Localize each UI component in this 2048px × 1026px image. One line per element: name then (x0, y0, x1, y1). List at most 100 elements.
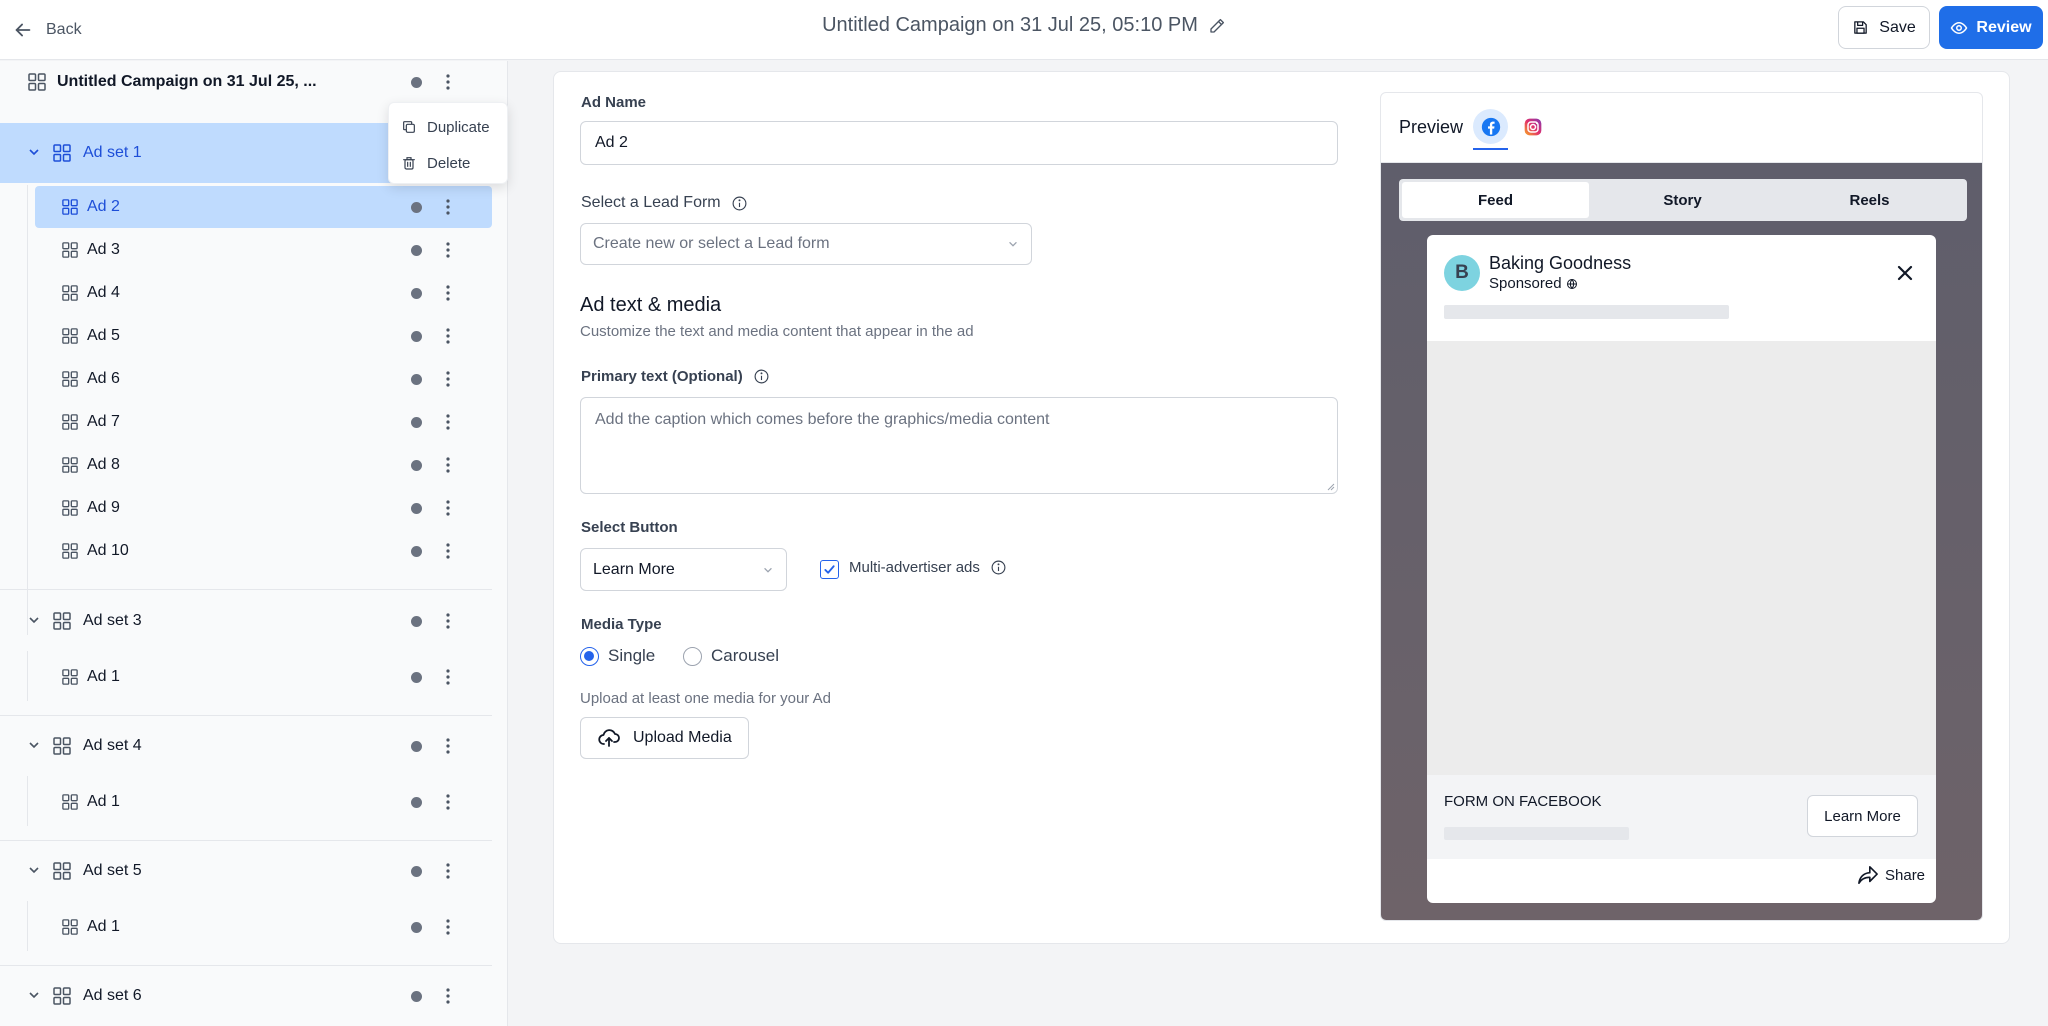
carousel-radio[interactable] (683, 647, 702, 666)
more-options-icon[interactable] (436, 70, 460, 94)
adset-row[interactable]: Ad set 6 (0, 966, 500, 1026)
more-options-icon[interactable] (436, 539, 460, 563)
chevron-down-icon[interactable] (27, 863, 41, 877)
save-button[interactable]: Save (1838, 6, 1930, 49)
primary-text-placeholder: Add the caption which comes before the g… (595, 411, 1050, 428)
top-bar: Back Untitled Campaign on 31 Jul 25, 05:… (0, 0, 2048, 60)
ad-row[interactable]: Ad 8 (35, 444, 492, 486)
lead-form-select[interactable]: Create new or select a Lead form (580, 223, 1032, 265)
adset-label: Ad set 3 (83, 612, 142, 629)
more-options-icon[interactable] (436, 195, 460, 219)
grid-icon (28, 73, 46, 91)
ad-row[interactable]: Ad 4 (35, 272, 492, 314)
chevron-down-icon[interactable] (27, 988, 41, 1002)
ad-label: Ad 3 (87, 241, 120, 258)
tree-line (27, 776, 28, 826)
grid-icon (53, 987, 71, 1005)
more-options-icon[interactable] (436, 984, 460, 1008)
ad-row[interactable]: Ad 1 (35, 656, 492, 698)
duplicate-menu-item[interactable]: Duplicate (401, 114, 490, 140)
ad-row[interactable]: Ad 9 (35, 487, 492, 529)
more-options-icon[interactable] (436, 453, 460, 477)
cloud-upload-icon (597, 726, 621, 750)
multi-advertiser-checkbox[interactable] (820, 560, 839, 579)
ad-name-value: Ad 2 (595, 134, 628, 151)
more-options-icon[interactable] (436, 665, 460, 689)
ad-row[interactable]: Ad 2 (35, 186, 492, 228)
cta-button-select[interactable]: Learn More (580, 548, 787, 591)
review-button[interactable]: Review (1939, 6, 2043, 49)
more-options-icon[interactable] (436, 410, 460, 434)
media-placeholder (1427, 341, 1936, 775)
ad-row[interactable]: Ad 5 (35, 315, 492, 357)
pencil-icon[interactable] (1208, 17, 1226, 35)
adset-row[interactable]: Ad set 4 (0, 716, 500, 776)
status-dot (411, 202, 422, 213)
facebook-tab[interactable] (1473, 109, 1508, 144)
ad-row[interactable]: Ad 1 (35, 906, 492, 948)
ad-label: Ad 6 (87, 370, 120, 387)
info-icon[interactable] (990, 559, 1007, 576)
adset-row[interactable]: Ad set 5 (0, 841, 500, 901)
campaign-row[interactable]: Untitled Campaign on 31 Jul 25, ... (0, 61, 507, 103)
more-options-icon[interactable] (436, 734, 460, 758)
campaign-tree-sidebar: Untitled Campaign on 31 Jul 25, ... Ad s… (0, 61, 508, 1026)
more-options-icon[interactable] (436, 324, 460, 348)
ad-row[interactable]: Ad 3 (35, 229, 492, 271)
chevron-down-icon[interactable] (27, 738, 41, 752)
save-label: Save (1879, 18, 1916, 36)
adset-row[interactable]: Ad set 3 (0, 591, 500, 651)
more-options-icon[interactable] (436, 609, 460, 633)
single-radio-label: Single (608, 646, 656, 665)
info-icon[interactable] (731, 195, 748, 212)
more-options-icon[interactable] (436, 790, 460, 814)
more-options-icon[interactable] (436, 859, 460, 883)
share-button[interactable]: Share (1857, 865, 1925, 885)
grid-icon (53, 144, 71, 162)
ad-row[interactable]: Ad 7 (35, 401, 492, 443)
ad-label: Ad 1 (87, 918, 120, 935)
primary-text-textarea[interactable]: Add the caption which comes before the g… (580, 397, 1338, 494)
more-options-icon[interactable] (436, 238, 460, 262)
tab-reels[interactable]: Reels (1776, 182, 1963, 218)
ad-name-label: Ad Name (581, 94, 646, 111)
more-options-icon[interactable] (436, 281, 460, 305)
status-dot (411, 797, 422, 808)
more-options-icon[interactable] (436, 915, 460, 939)
copy-icon (401, 119, 417, 135)
chevron-down-icon[interactable] (27, 145, 41, 159)
tab-story[interactable]: Story (1589, 182, 1776, 218)
ad-label: Ad 10 (87, 542, 129, 559)
more-options-icon[interactable] (436, 496, 460, 520)
grid-icon (53, 862, 71, 880)
chevron-down-icon (1007, 238, 1019, 250)
ad-row[interactable]: Ad 1 (35, 781, 492, 823)
instagram-tab[interactable] (1523, 117, 1543, 137)
adset-label: Ad set 4 (83, 737, 142, 754)
save-icon (1852, 19, 1869, 36)
ad-row[interactable]: Ad 6 (35, 358, 492, 400)
ad-name-input[interactable]: Ad 2 (580, 121, 1338, 165)
ad-row[interactable]: Ad 10 (35, 530, 492, 572)
delete-menu-item[interactable]: Delete (401, 150, 470, 176)
chevron-down-icon[interactable] (27, 613, 41, 627)
close-icon[interactable] (1897, 265, 1913, 281)
section-subtitle: Customize the text and media content tha… (580, 323, 974, 340)
upload-media-button[interactable]: Upload Media (580, 717, 749, 759)
learn-more-button[interactable]: Learn More (1807, 795, 1918, 837)
grid-icon (62, 794, 78, 810)
duplicate-label: Duplicate (427, 118, 490, 136)
single-radio[interactable] (580, 647, 599, 666)
status-dot (411, 546, 422, 557)
info-icon[interactable] (753, 368, 770, 385)
eye-icon (1950, 19, 1968, 37)
ad-label: Ad 5 (87, 327, 120, 344)
tab-feed[interactable]: Feed (1402, 182, 1589, 218)
carousel-radio-label: Carousel (711, 646, 780, 665)
resize-handle-icon[interactable] (1327, 483, 1335, 491)
lead-form-placeholder: Create new or select a Lead form (593, 235, 830, 252)
lead-form-label-text: Select a Lead Form (581, 194, 721, 211)
adset-label: Ad set 5 (83, 862, 142, 879)
ad-label: Ad 9 (87, 499, 120, 516)
more-options-icon[interactable] (436, 367, 460, 391)
